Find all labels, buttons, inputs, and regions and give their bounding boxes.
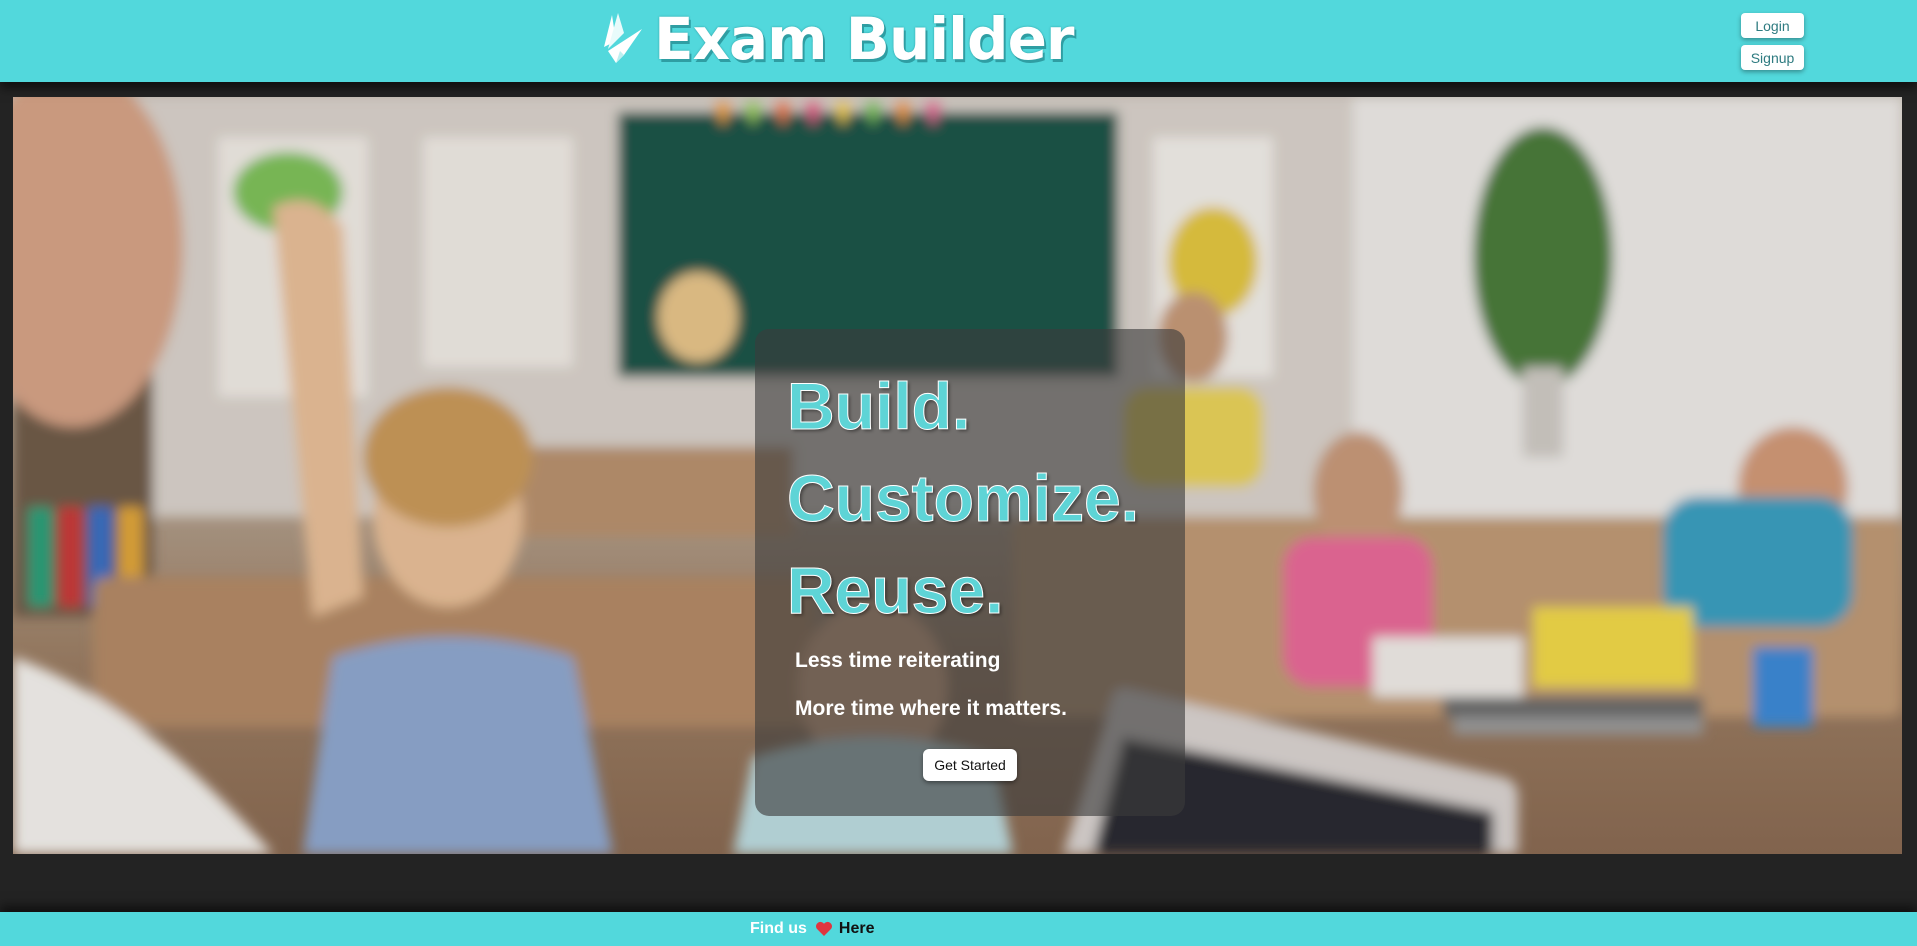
find-us-here-link[interactable]: Here <box>839 920 875 938</box>
hero-banner: Build. Customize. Reuse. Less time reite… <box>13 97 1902 854</box>
paper-plane-icon <box>604 13 642 63</box>
signup-button[interactable]: Signup <box>1741 45 1804 70</box>
tagline-less-time: Less time reiterating <box>795 649 1001 672</box>
brand-name: Exam Builder <box>654 5 1075 73</box>
brand-logo[interactable]: Exam Builder <box>598 5 1075 73</box>
top-nav-bar: Exam Builder Login Signup <box>0 0 1917 82</box>
footer-contact: Find us Here <box>750 920 874 938</box>
tagline-more-time: More time where it matters. <box>795 697 1067 720</box>
find-us-label: Find us <box>750 920 807 937</box>
login-button[interactable]: Login <box>1741 13 1804 38</box>
headline-reuse: Reuse. <box>786 553 1004 627</box>
footer-bar: Find us Here <box>0 912 1917 946</box>
heart-icon <box>815 921 832 936</box>
headline-customize: Customize. <box>786 461 1140 535</box>
hero-message-card: Build. Customize. Reuse. Less time reite… <box>755 329 1185 816</box>
get-started-button[interactable]: Get Started <box>923 749 1017 781</box>
headline-build: Build. <box>786 369 971 443</box>
